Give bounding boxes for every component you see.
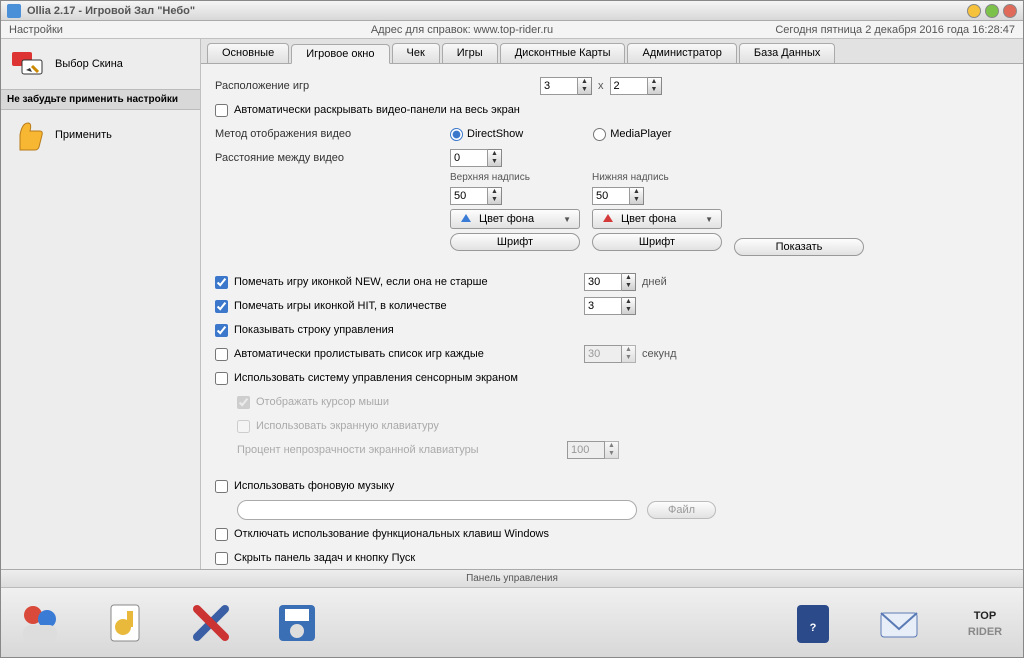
top-font-button[interactable]: Шрифт	[450, 233, 580, 251]
close-button[interactable]	[1003, 4, 1017, 18]
autoscroll-spinner: ▲▼	[584, 345, 636, 363]
use-kbd-label: Использовать экранную клавиатуру	[256, 420, 439, 432]
hide-taskbar-checkbox[interactable]	[215, 552, 228, 565]
top-caption-spinner[interactable]: ▲▼	[450, 187, 580, 205]
bg-music-path	[237, 500, 637, 520]
show-ctrl-label: Показывать строку управления	[234, 324, 394, 336]
paint-icon	[601, 212, 615, 226]
autoscroll-checkbox[interactable]	[215, 348, 228, 361]
bottom-caption-label: Нижняя надпись	[592, 172, 722, 183]
svg-text:TOP: TOP	[974, 610, 996, 622]
video-method-label: Метод отображения видео	[215, 128, 450, 140]
tool-save[interactable]	[269, 595, 325, 651]
window-title: Ollia 2.17 - Игровой Зал "Небо"	[27, 5, 195, 17]
tab-main[interactable]: Основные	[207, 43, 289, 63]
touch-checkbox[interactable]	[215, 372, 228, 385]
sidebar-apply-label: Применить	[55, 129, 112, 141]
layout-rows-spinner[interactable]: ▲▼	[610, 77, 662, 95]
tabs: Основные Игровое окно Чек Игры Дисконтны…	[201, 39, 1023, 64]
tab-admin[interactable]: Администратор	[627, 43, 736, 63]
kbd-opacity-label: Процент непрозрачности экранной клавиату…	[237, 444, 567, 456]
skin-icon	[9, 45, 47, 83]
mediaplayer-label: MediaPlayer	[610, 128, 671, 140]
tool-logo[interactable]: TOP RIDER	[957, 595, 1013, 651]
footer-label: Панель управления	[1, 569, 1023, 587]
hide-taskbar-label: Скрыть панель задач и кнопку Пуск	[234, 552, 415, 564]
sidebar: Выбор Скина Не забудьте применить настро…	[1, 39, 201, 569]
top-bgcolor-button[interactable]: Цвет фона▼	[450, 209, 580, 229]
settings-panel: Расположение игр ▲▼ x ▲▼ Автоматически р…	[201, 64, 1023, 569]
bottom-caption-spinner[interactable]: ▲▼	[592, 187, 722, 205]
minimize-button[interactable]	[967, 4, 981, 18]
sidebar-separator: Не забудьте применить настройки	[1, 89, 200, 110]
radio-mediaplayer[interactable]	[593, 128, 606, 141]
sidebar-item-skin[interactable]: Выбор Скина	[1, 39, 200, 89]
mark-new-label: Помечать игру иконкой NEW, если она не с…	[234, 276, 584, 288]
show-cursor-checkbox	[237, 396, 250, 409]
disable-winkeys-label: Отключать использование функциональных к…	[234, 528, 549, 540]
top-caption-label: Верхняя надпись	[450, 172, 580, 183]
bottom-font-button[interactable]: Шрифт	[592, 233, 722, 251]
new-days-spinner[interactable]: ▲▼	[584, 273, 636, 291]
tool-users[interactable]	[11, 595, 67, 651]
tab-games[interactable]: Игры	[442, 43, 498, 63]
sidebar-item-apply[interactable]: Применить	[1, 110, 200, 160]
bg-music-checkbox[interactable]	[215, 480, 228, 493]
paint-icon	[459, 212, 473, 226]
tool-help[interactable]: ?	[785, 595, 841, 651]
hit-count-spinner[interactable]: ▲▼	[584, 297, 636, 315]
info-right: Сегодня пятница 2 декабря 2016 года 16:2…	[715, 24, 1015, 36]
seconds-suffix: секунд	[642, 348, 677, 360]
kbd-opacity-spinner: ▲▼	[567, 441, 619, 459]
mark-new-checkbox[interactable]	[215, 276, 228, 289]
show-button[interactable]: Показать	[734, 238, 864, 256]
app-icon	[7, 4, 21, 18]
show-cursor-label: Отображать курсор мыши	[256, 396, 389, 408]
days-suffix: дней	[642, 276, 667, 288]
show-ctrl-checkbox[interactable]	[215, 324, 228, 337]
info-left: Настройки	[9, 24, 209, 36]
directshow-label: DirectShow	[467, 128, 523, 140]
auto-expand-checkbox[interactable]	[215, 104, 228, 117]
layout-x: x	[598, 80, 604, 92]
info-mid: Адрес для справок: www.top-rider.ru	[209, 24, 715, 36]
tool-key[interactable]	[97, 595, 153, 651]
svg-text:?: ?	[810, 622, 817, 634]
svg-text:RIDER: RIDER	[968, 626, 1002, 638]
tab-check[interactable]: Чек	[392, 43, 440, 63]
autoscroll-label: Автоматически пролистывать список игр ка…	[234, 348, 584, 360]
radio-directshow[interactable]	[450, 128, 463, 141]
layout-cols-spinner[interactable]: ▲▼	[540, 77, 592, 95]
title-bar: Ollia 2.17 - Игровой Зал "Небо"	[1, 1, 1023, 21]
layout-label: Расположение игр	[215, 80, 450, 92]
mark-hit-label: Помечать игры иконкой HIT, в количестве	[234, 300, 584, 312]
bg-music-label: Использовать фоновую музыку	[234, 480, 394, 492]
use-kbd-checkbox	[237, 420, 250, 433]
tool-settings[interactable]	[183, 595, 239, 651]
tool-mail[interactable]	[871, 595, 927, 651]
thumbs-up-icon	[9, 116, 47, 154]
file-button: Файл	[647, 501, 716, 519]
tab-discount[interactable]: Дисконтные Карты	[500, 43, 626, 63]
tab-db[interactable]: База Данных	[739, 43, 836, 63]
sidebar-skin-label: Выбор Скина	[55, 58, 123, 70]
tab-game-window[interactable]: Игровое окно	[291, 44, 389, 64]
touch-label: Использовать систему управления сенсорны…	[234, 372, 518, 384]
auto-expand-label: Автоматически раскрывать видео-панели на…	[234, 104, 520, 116]
maximize-button[interactable]	[985, 4, 999, 18]
disable-winkeys-checkbox[interactable]	[215, 528, 228, 541]
info-bar: Настройки Адрес для справок: www.top-rid…	[1, 21, 1023, 39]
mark-hit-checkbox[interactable]	[215, 300, 228, 313]
video-gap-label: Расстояние между видео	[215, 152, 450, 164]
bottom-bgcolor-button[interactable]: Цвет фона▼	[592, 209, 722, 229]
video-gap-spinner[interactable]: ▲▼	[450, 149, 502, 167]
bottom-toolbar: ? TOP RIDER	[1, 587, 1023, 657]
